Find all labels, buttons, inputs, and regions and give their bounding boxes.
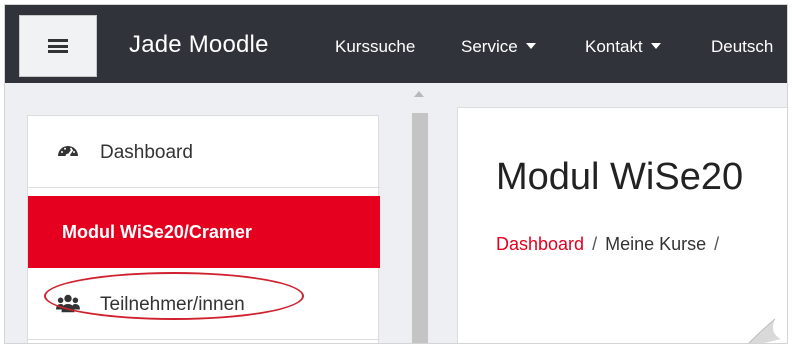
scroll-up-arrow-icon[interactable] bbox=[414, 91, 424, 97]
caret-down-icon bbox=[650, 42, 661, 49]
sidebar-item-label: Dashboard bbox=[100, 142, 193, 163]
highlight-annotation bbox=[44, 272, 304, 320]
nav-item-kurssuche[interactable]: Kurssuche bbox=[335, 37, 415, 57]
nav-item-label: Service bbox=[461, 37, 518, 56]
breadcrumb-separator: / bbox=[714, 234, 720, 254]
sidebar-item-dashboard[interactable]: Dashboard bbox=[28, 116, 380, 188]
site-brand[interactable]: Jade Moodle bbox=[129, 31, 269, 59]
drawer-toggle-button[interactable] bbox=[19, 15, 97, 77]
nav-item-service[interactable]: Service bbox=[461, 37, 536, 57]
breadcrumb-separator: / bbox=[592, 234, 598, 254]
sidebar-item-label: Modul WiSe20/Cramer bbox=[62, 222, 252, 242]
nav-drawer: Dashboard Modul WiSe20/Cramer Teilnehmer… bbox=[5, 83, 425, 343]
page-title: Modul WiSe20 bbox=[496, 156, 744, 198]
nav-item-label: Kontakt bbox=[585, 37, 643, 56]
nav-item-label: Kurssuche bbox=[335, 37, 416, 56]
nav-item-label: Deutsch bbox=[711, 37, 774, 56]
breadcrumb-link-dashboard[interactable]: Dashboard bbox=[496, 234, 584, 254]
breadcrumb: Dashboard / Meine Kurse / bbox=[496, 234, 727, 255]
sidebar-item-course[interactable]: Modul WiSe20/Cramer bbox=[28, 196, 380, 268]
page-curl-decoration bbox=[748, 306, 787, 343]
drawer-nav-list: Dashboard Modul WiSe20/Cramer Teilnehmer… bbox=[27, 115, 380, 343]
tachometer-icon bbox=[58, 146, 78, 159]
drawer-scrollbar[interactable] bbox=[409, 83, 431, 343]
nav-item-language[interactable]: Deutsch bbox=[711, 37, 773, 57]
hamburger-icon bbox=[48, 39, 68, 53]
caret-down-icon bbox=[525, 42, 536, 49]
main-content-card: Modul WiSe20 Dashboard / Meine Kurse / bbox=[457, 107, 787, 343]
top-navbar: Jade Moodle Kurssuche Service Kontakt De… bbox=[5, 5, 787, 83]
nav-item-kontakt[interactable]: Kontakt bbox=[585, 37, 661, 57]
screenshot-frame: Jade Moodle Kurssuche Service Kontakt De… bbox=[4, 4, 788, 344]
breadcrumb-item-meine-kurse[interactable]: Meine Kurse bbox=[605, 234, 706, 254]
scrollbar-thumb[interactable] bbox=[412, 113, 428, 343]
